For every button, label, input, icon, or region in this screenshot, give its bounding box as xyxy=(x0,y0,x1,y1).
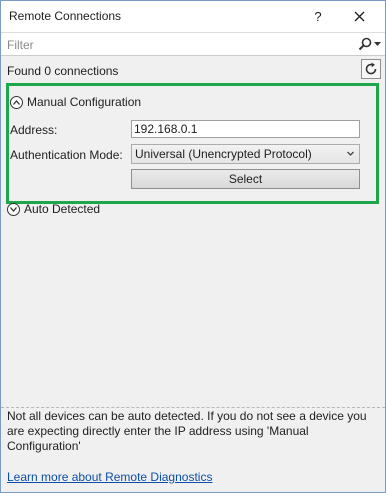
chevron-down-icon xyxy=(374,41,381,46)
manual-configuration-label: Manual Configuration xyxy=(27,95,142,109)
footer-divider xyxy=(1,407,385,408)
manual-configuration-header[interactable]: Manual Configuration xyxy=(10,95,141,109)
search-button[interactable] xyxy=(358,36,381,52)
close-button[interactable] xyxy=(348,5,370,27)
learn-more-link[interactable]: Learn more about Remote Diagnostics xyxy=(7,470,212,484)
address-field[interactable] xyxy=(131,120,360,138)
filter-bar xyxy=(1,32,385,56)
filter-input[interactable] xyxy=(5,35,349,54)
auto-detected-label: Auto Detected xyxy=(24,202,101,216)
title-bar: Remote Connections ? xyxy=(1,1,385,32)
window-title: Remote Connections xyxy=(9,9,122,23)
expand-icon xyxy=(7,202,20,216)
authentication-mode-value: Universal (Unencrypted Protocol) xyxy=(135,147,312,161)
auto-detected-header[interactable]: Auto Detected xyxy=(7,202,100,216)
collapse-icon xyxy=(10,95,23,109)
chevron-down-icon xyxy=(347,151,354,156)
info-text: Not all devices can be auto detected. If… xyxy=(7,409,367,453)
help-button[interactable]: ? xyxy=(307,5,329,27)
select-button[interactable]: Select xyxy=(131,169,360,189)
connections-count: Found 0 connections xyxy=(7,64,119,78)
refresh-button[interactable] xyxy=(361,59,381,79)
authentication-mode-label: Authentication Mode: xyxy=(10,148,123,162)
authentication-mode-select[interactable]: Universal (Unencrypted Protocol) xyxy=(131,144,360,164)
remote-connections-window: Remote Connections ? Found 0 connections xyxy=(0,0,386,493)
close-icon xyxy=(354,11,364,21)
address-label: Address: xyxy=(10,123,58,137)
refresh-icon xyxy=(365,62,377,75)
search-icon xyxy=(358,37,372,51)
